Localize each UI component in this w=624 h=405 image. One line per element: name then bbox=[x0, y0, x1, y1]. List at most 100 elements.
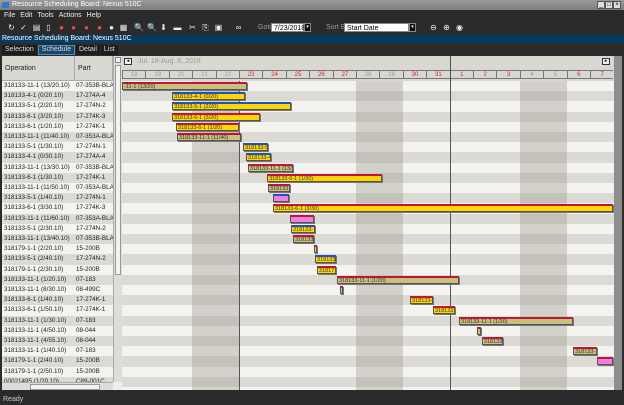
table-row[interactable]: 318133-5-1 (2/40.10) 17-274N-2 bbox=[2, 254, 113, 265]
copy-icon[interactable]: ⎘ bbox=[201, 23, 210, 32]
table-row[interactable]: 318133-11-1 (1/30.10) 07-183 bbox=[2, 315, 113, 326]
schedule-bar[interactable]: 318133- bbox=[573, 347, 597, 356]
previous-icon[interactable]: ⊖ bbox=[429, 23, 438, 32]
sort-dropdown-button[interactable]: ▾ bbox=[409, 23, 416, 32]
next-icon[interactable]: ⊕ bbox=[442, 23, 451, 32]
table-row[interactable]: 318133-11-1 (11/60.10) 07-353A-BLAI bbox=[2, 213, 113, 224]
schedule-bar[interactable] bbox=[476, 326, 481, 335]
table-row[interactable]: 318133-11-1 (13/30.10) 07-353B-BLAI bbox=[2, 162, 113, 173]
schedule-bar[interactable] bbox=[597, 357, 614, 366]
table-row[interactable]: 318179-1-1 (2/50.10) 15-200B bbox=[2, 366, 113, 377]
menu-file[interactable]: File bbox=[4, 12, 15, 19]
table-row[interactable]: 318133-5-1 (1/30.10) 17-274N-1 bbox=[2, 142, 113, 153]
schedule-bar[interactable]: 318133-5-1 (2/20) bbox=[172, 102, 291, 111]
table-row[interactable]: 318133-11-1 (11/40.10) 07-353A-BLAI bbox=[2, 132, 113, 143]
table-row[interactable]: 318133-11-1 (1/40.10) 07-183 bbox=[2, 346, 113, 357]
horizontal-scrollbar[interactable] bbox=[2, 382, 113, 390]
schedule-bar[interactable] bbox=[290, 214, 314, 223]
schedule-bar[interactable]: 318133-11-1 (11/40) bbox=[176, 133, 242, 141]
sort-by-select[interactable]: Start Date bbox=[344, 23, 409, 32]
pins-icon[interactable]: ● bbox=[107, 23, 116, 32]
schedule-bar[interactable]: 318133 bbox=[315, 255, 337, 264]
schedule-bar[interactable]: 318133-6-1 (3/30) bbox=[272, 204, 614, 213]
schedule-bar[interactable]: 318133- bbox=[290, 224, 316, 233]
close-button[interactable]: × bbox=[613, 1, 621, 9]
folder-icon[interactable]: ▤ bbox=[32, 23, 41, 32]
table-row[interactable]: 318133-11-1 (11/50.10) 07-353A-BLAI bbox=[2, 183, 113, 194]
table-row[interactable]: 318179-1-1 (2/30.10) 15-200B bbox=[2, 264, 113, 275]
table-row[interactable]: 318133-5-1 (2/30.10) 17-274N-2 bbox=[2, 223, 113, 234]
scroll-left-button[interactable]: ◂ bbox=[124, 58, 132, 65]
schedule-bar[interactable]: 318177 bbox=[316, 265, 337, 274]
schedule-bar[interactable]: 318133-4 bbox=[246, 153, 272, 162]
schedule-bar[interactable] bbox=[272, 194, 290, 203]
table-row[interactable]: 318133-5-1 (1/40.10) 17-274N-1 bbox=[2, 193, 113, 204]
table-row[interactable]: 318133-11-1 (13/40.10) 07-353B-BLAI bbox=[2, 234, 113, 245]
menu-tools[interactable]: Tools bbox=[37, 12, 53, 19]
move-down-icon[interactable]: ⬇ bbox=[159, 23, 168, 32]
schedule-bar[interactable] bbox=[313, 245, 317, 254]
pin-add-icon[interactable]: ● bbox=[95, 23, 104, 32]
tab-schedule[interactable]: Schedule bbox=[37, 45, 75, 55]
settings-icon[interactable]: ◉ bbox=[455, 23, 464, 32]
tab-detail[interactable]: Detail bbox=[76, 45, 100, 55]
tab-list[interactable]: List bbox=[100, 45, 118, 55]
column-header-operation[interactable]: Operation bbox=[2, 56, 75, 81]
zoom-in-icon[interactable]: 🔍 bbox=[134, 23, 144, 32]
binoculars-icon[interactable]: ∞ bbox=[234, 23, 243, 32]
pin-red-icon[interactable]: ● bbox=[57, 23, 66, 32]
pin-edit-icon[interactable]: ● bbox=[69, 23, 78, 32]
schedule-bar[interactable]: 318133-6-1 (1/20) bbox=[176, 122, 239, 131]
table-row[interactable]: 318179-1-1 (2/40.10) 15-200B bbox=[2, 356, 113, 367]
cut-icon[interactable]: ✂ bbox=[188, 23, 197, 32]
menu-edit[interactable]: Edit bbox=[20, 12, 32, 19]
schedule-bar[interactable]: 318133- bbox=[410, 296, 433, 305]
schedule-bar[interactable]: 318133-11-1 (13/ bbox=[247, 163, 294, 172]
table-row[interactable]: 318133-6-1 (1/50.10) 17-274K-1 bbox=[2, 305, 113, 316]
vertical-scrollbar[interactable] bbox=[113, 56, 122, 382]
minimize-button[interactable]: _ bbox=[597, 1, 605, 9]
goto-dropdown-button[interactable]: ▾ bbox=[304, 23, 311, 32]
table-row[interactable]: 318179-1-1 (2/20.10) 15-200B bbox=[2, 244, 113, 255]
paste-icon[interactable]: ▣ bbox=[214, 23, 223, 32]
schedule-bar[interactable]: 318133 bbox=[268, 184, 290, 192]
clipboard-icon[interactable]: ▯ bbox=[44, 23, 53, 32]
menu-help[interactable]: Help bbox=[87, 12, 101, 19]
schedule-bar[interactable]: 318133-4-1 (0/20) bbox=[172, 92, 246, 101]
goto-date-input[interactable]: 7/23/2018 bbox=[271, 23, 305, 32]
maximize-button[interactable]: □ bbox=[605, 1, 613, 9]
tab-selection[interactable]: Selection bbox=[2, 45, 37, 55]
table-row[interactable]: 318133-11-1 (1/20.10) 07-183 bbox=[2, 274, 113, 285]
table-row[interactable]: 318133-6-1 (1/40.10) 17-274K-1 bbox=[2, 295, 113, 306]
table-row[interactable]: 318133-4-1 (0/20.10) 17-274A-4 bbox=[2, 91, 113, 102]
schedule-bar[interactable] bbox=[340, 286, 344, 294]
table-row[interactable]: 318133-11-1 (4/55.10) 08-044 bbox=[2, 336, 113, 347]
scroll-right-button[interactable]: ▸ bbox=[602, 58, 610, 65]
schedule-bar[interactable]: 318133 bbox=[481, 337, 503, 345]
table-row[interactable]: 318133-6-1 (1/20.10) 17-274K-1 bbox=[2, 121, 113, 132]
schedule-bar[interactable]: 318133 bbox=[293, 235, 314, 243]
schedule-bar[interactable]: 318133-11-1 (1/20) bbox=[337, 275, 459, 284]
schedule-bar[interactable]: -11-1 (13/20) bbox=[122, 82, 248, 90]
table-row[interactable]: 318133-4-1 (0/30.10) 17-274A-4 bbox=[2, 152, 113, 163]
schedule-bar[interactable]: 318133-11-1 (1/30) bbox=[458, 316, 574, 325]
gantt-scrollbar[interactable] bbox=[614, 56, 622, 390]
refresh-icon[interactable]: ↻ bbox=[7, 23, 16, 32]
zoom-out-icon[interactable]: 🔍 bbox=[147, 23, 157, 32]
print-icon[interactable]: ▬ bbox=[173, 23, 182, 32]
table-row[interactable]: 318133-6-1 (3/20.10) 17-274K-3 bbox=[2, 111, 113, 122]
table-row[interactable]: 318133-6-1 (3/30.10) 17-274K-3 bbox=[2, 203, 113, 214]
table-row[interactable]: 318133-11-1 (8/30.10) 08-499C bbox=[2, 285, 113, 296]
schedule-bar[interactable]: 318133-6-1 (3/20) bbox=[172, 112, 261, 121]
column-header-part[interactable]: Part bbox=[75, 56, 113, 81]
pin-remove-icon[interactable]: ● bbox=[82, 23, 91, 32]
table-row[interactable]: 318133-5-1 (2/20.10) 17-274N-2 bbox=[2, 101, 113, 112]
table-row[interactable]: 318133-11-1 (13/20.10) 07-353B-BLAI bbox=[2, 81, 113, 92]
table-row[interactable]: 318133-11-1 (4/50.10) 08-044 bbox=[2, 325, 113, 336]
check-icon[interactable]: ✓ bbox=[19, 23, 28, 32]
calendar-icon[interactable]: ▦ bbox=[119, 23, 128, 32]
schedule-bar[interactable]: 318133-6-1 (1/30) bbox=[267, 173, 382, 182]
schedule-bar[interactable]: 318133-5 bbox=[242, 143, 268, 152]
schedule-bar[interactable]: 318133 bbox=[432, 306, 455, 315]
table-row[interactable]: 318133-6-1 (1/30.10) 17-274K-1 bbox=[2, 172, 113, 183]
